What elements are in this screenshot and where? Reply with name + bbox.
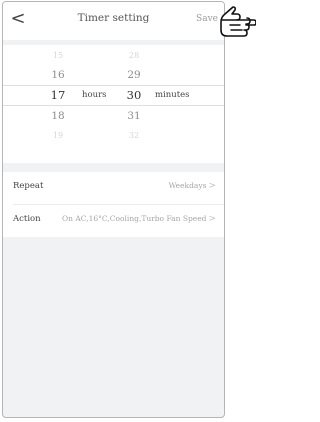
repeat-value-text: Weekdays: [168, 181, 207, 190]
hour-option[interactable]: 15: [47, 47, 69, 65]
minute-option[interactable]: 31: [123, 107, 145, 125]
repeat-row[interactable]: Repeat Weekdays >: [3, 172, 224, 204]
phone-screen: < Timer setting Save 15 28 16 29 17 hour…: [2, 1, 225, 418]
navigation-bar: < Timer setting Save: [3, 2, 224, 40]
time-picker[interactable]: 15 28 16 29 17 hours 30 minutes 18 31 19…: [3, 45, 224, 163]
minutes-unit-label: minutes: [155, 90, 190, 100]
minute-option[interactable]: 29: [123, 66, 145, 84]
minute-option[interactable]: 32: [123, 127, 145, 145]
picker-row: 15 28: [3, 47, 224, 65]
action-label: Action: [13, 214, 41, 224]
hours-unit-label: hours: [82, 90, 107, 100]
pointing-hand-icon: [220, 6, 256, 37]
picker-row: 16 29: [3, 66, 224, 84]
minute-selected[interactable]: 30: [123, 86, 145, 104]
repeat-value: Weekdays >: [169, 181, 216, 191]
action-value-text: On AC,16°C,Cooling,Turbo Fan Speed: [61, 214, 207, 223]
action-row[interactable]: Action On AC,16°C,Cooling,Turbo Fan Spee…: [3, 205, 224, 237]
minute-option[interactable]: 28: [123, 47, 145, 65]
hour-option[interactable]: 19: [47, 127, 69, 145]
chevron-right-icon: >: [208, 181, 216, 191]
selection-bottom-line: [3, 105, 224, 106]
chevron-right-icon: >: [208, 214, 216, 224]
action-value: On AC,16°C,Cooling,Turbo Fan Speed >: [62, 214, 216, 224]
picker-selected-row: 17 hours 30 minutes: [3, 86, 224, 104]
picker-row: 18 31: [3, 107, 224, 125]
hour-option[interactable]: 18: [47, 107, 69, 125]
hour-selected[interactable]: 17: [47, 86, 69, 104]
page-title: Timer setting: [77, 12, 150, 24]
picker-row: 19 32: [3, 127, 224, 145]
hour-option[interactable]: 16: [47, 66, 69, 84]
save-button[interactable]: Save: [196, 14, 218, 24]
repeat-label: Repeat: [13, 181, 44, 191]
settings-list: Repeat Weekdays > Action On AC,16°C,Cooli…: [3, 172, 224, 237]
